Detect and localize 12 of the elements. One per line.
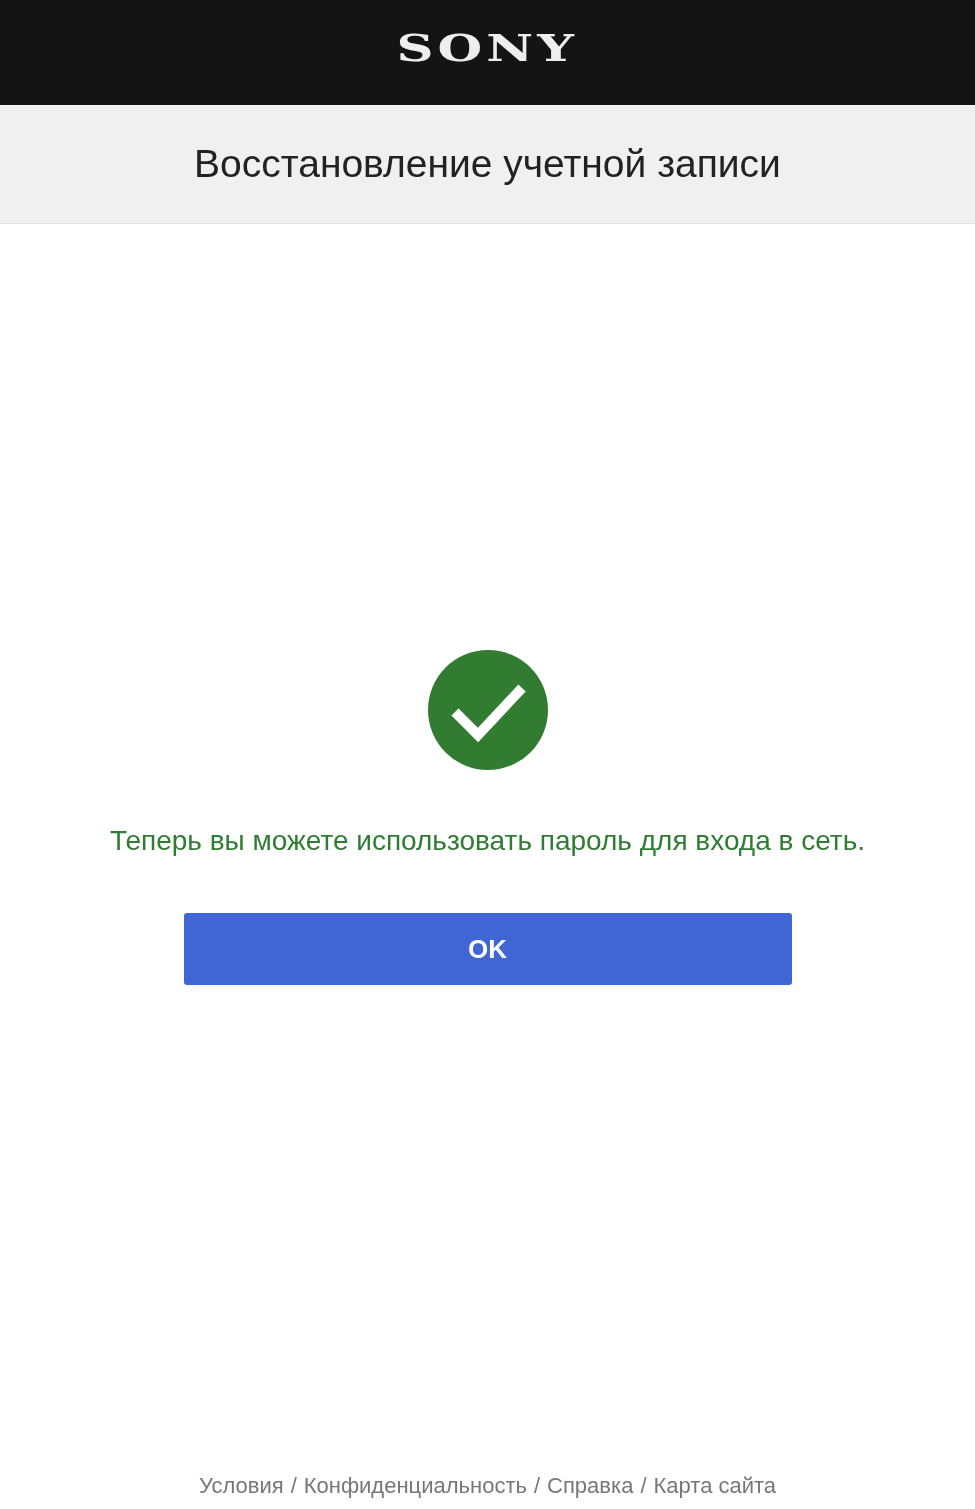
separator: / [640,1473,647,1499]
success-check-icon [427,650,548,770]
page-title: Восстановление учетной записи [194,142,781,186]
separator: / [533,1473,541,1499]
separator: / [290,1473,297,1499]
footer-link[interactable]: Условия [198,1473,284,1499]
ok-button[interactable]: OK [183,913,792,985]
footer-link[interactable]: Справка [547,1473,634,1499]
brand-logo: SONY [396,25,579,72]
footer-link[interactable]: Карта сайта [653,1473,777,1499]
footer-link[interactable]: Конфиденциальность [303,1473,527,1499]
success-message: Теперь вы можете использовать пароль для входа в сеть. [109,824,866,858]
